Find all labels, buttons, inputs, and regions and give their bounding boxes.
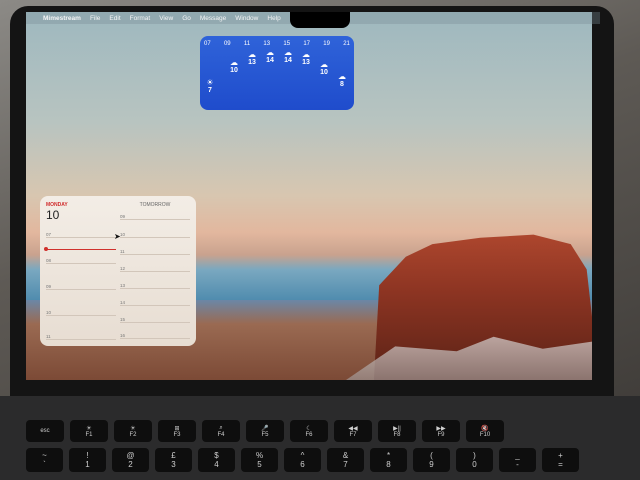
calendar-tomorrow-label: TOMORROW bbox=[139, 202, 171, 208]
menu-help[interactable]: Help bbox=[267, 15, 280, 22]
key-3[interactable]: £3 bbox=[155, 448, 192, 472]
weather-hour: 13 bbox=[263, 41, 271, 47]
key-tilde[interactable]: ~ ` bbox=[26, 448, 63, 472]
weather-temp: 7 bbox=[208, 87, 212, 94]
weather-hour: 09 bbox=[223, 41, 231, 47]
weather-slot: ☁ 14 bbox=[260, 48, 280, 64]
current-time-indicator bbox=[44, 247, 116, 251]
weather-temp: 14 bbox=[284, 57, 292, 64]
weather-slot: ☁ 10 bbox=[314, 60, 334, 76]
weather-temp: 13 bbox=[248, 59, 256, 66]
key-4[interactable]: $4 bbox=[198, 448, 235, 472]
laptop-keyboard-deck: esc ☀ F1 ☀ F2 ⊞ F3 ⌕ F4 🎤 F5 ☾ F6 ◀◀ F7 ▶|| F8 ▶… bbox=[0, 396, 640, 480]
weather-hour: 17 bbox=[303, 41, 310, 47]
weather-temp: 8 bbox=[340, 81, 344, 88]
weather-temp: 14 bbox=[266, 57, 274, 64]
weather-hour: 15 bbox=[283, 41, 291, 47]
calendar-hour: 11 bbox=[120, 249, 190, 255]
key-0[interactable]: ) 0 bbox=[456, 448, 493, 472]
key-esc[interactable]: esc bbox=[26, 420, 64, 442]
menu-window[interactable]: Window bbox=[235, 15, 258, 22]
weather-slot: ☁ 10 bbox=[224, 58, 244, 74]
key-6[interactable]: ^ 6 bbox=[284, 448, 321, 472]
calendar-hour: 09 bbox=[46, 284, 116, 290]
weather-hour: 21 bbox=[343, 41, 350, 47]
number-key-row: ~ ` ! 1 @2 £3 $4 % 5 ^ 6 & 7 * 8 (9 ) 0 _ - + = bbox=[26, 448, 579, 472]
key-spotlight[interactable]: ⌕ F4 bbox=[202, 420, 240, 442]
calendar-hour: 09 bbox=[120, 214, 190, 220]
key-8[interactable]: * 8 bbox=[370, 448, 407, 472]
calendar-hour: 08 bbox=[46, 258, 116, 264]
cloud-icon: ☁ bbox=[320, 60, 328, 69]
weather-hour: 19 bbox=[323, 41, 330, 47]
menu-message[interactable]: Message bbox=[200, 15, 226, 22]
menu-edit[interactable]: Edit bbox=[109, 15, 120, 22]
weather-slot: ☁ 13 bbox=[242, 50, 262, 66]
calendar-tomorrow: TOMORROW 09 10 11 12 13 14 15 16 bbox=[120, 202, 190, 342]
key-play-pause[interactable]: ▶|| F8 bbox=[378, 420, 416, 442]
weather-temp: 10 bbox=[230, 67, 238, 74]
menu-view[interactable]: View bbox=[159, 15, 173, 22]
cloud-icon: ☁ bbox=[338, 72, 346, 81]
weather-slot: ☁ 8 bbox=[332, 72, 352, 88]
key-5[interactable]: % 5 bbox=[241, 448, 278, 472]
menu-go[interactable]: Go bbox=[182, 15, 191, 22]
menu-app-name[interactable]: Mimestream bbox=[43, 15, 81, 22]
weather-slot: ☁ 13 bbox=[296, 50, 316, 66]
calendar-hour: 14 bbox=[120, 300, 190, 306]
key-brightness-up[interactable]: ☀ F2 bbox=[114, 420, 152, 442]
cloud-rain-icon: ☁ bbox=[248, 50, 256, 59]
weather-temp: 10 bbox=[320, 69, 328, 76]
key-9[interactable]: (9 bbox=[413, 448, 450, 472]
menu-format[interactable]: Format bbox=[130, 15, 151, 22]
key-1[interactable]: ! 1 bbox=[69, 448, 106, 472]
calendar-hour: 16 bbox=[120, 333, 190, 339]
cloud-icon: ☁ bbox=[230, 58, 238, 67]
calendar-date: 10 bbox=[46, 208, 60, 222]
weather-slot: ☀ 7 bbox=[200, 78, 220, 94]
key-rewind[interactable]: ◀◀ F7 bbox=[334, 420, 372, 442]
function-key-row: esc ☀ F1 ☀ F2 ⊞ F3 ⌕ F4 🎤 F5 ☾ F6 ◀◀ F7 ▶|| F8 ▶… bbox=[26, 420, 504, 442]
weather-hour: 11 bbox=[243, 41, 251, 47]
camera-notch bbox=[290, 12, 350, 28]
cloud-rain-icon: ☁ bbox=[266, 48, 274, 57]
calendar-today: MONDAY 10 07 08 09 10 11 bbox=[44, 202, 116, 342]
weather-slot: ☁ 14 bbox=[278, 48, 298, 64]
key-dictation[interactable]: 🎤 F5 bbox=[246, 420, 284, 442]
calendar-widget[interactable]: MONDAY 10 07 08 09 10 11 TOMORROW 09 10 … bbox=[40, 196, 196, 346]
calendar-hour: 12 bbox=[120, 266, 190, 272]
key-mission-control[interactable]: ⊞ F3 bbox=[158, 420, 196, 442]
key-mute[interactable]: 🔇 F10 bbox=[466, 420, 504, 442]
mouse-pointer-icon: ➤ bbox=[114, 232, 121, 241]
calendar-hour: 11 bbox=[46, 334, 116, 340]
key-7[interactable]: & 7 bbox=[327, 448, 364, 472]
key-focus[interactable]: ☾ F6 bbox=[290, 420, 328, 442]
weather-hour: 07 bbox=[204, 41, 211, 47]
cloud-rain-icon: ☁ bbox=[302, 50, 310, 59]
menu-file[interactable]: File bbox=[90, 15, 100, 22]
key-fast-forward[interactable]: ▶▶ F9 bbox=[422, 420, 460, 442]
calendar-hour: 10 bbox=[46, 310, 116, 316]
calendar-hour: 15 bbox=[120, 317, 190, 323]
weather-widget[interactable]: 07 09 11 13 15 17 19 21 ☀ 7 ☁ 10 ☁ 13 ☁ … bbox=[200, 36, 354, 110]
weather-temp: 13 bbox=[302, 59, 310, 66]
key-2[interactable]: @2 bbox=[112, 448, 149, 472]
key-brightness-down[interactable]: ☀ F1 bbox=[70, 420, 108, 442]
calendar-hour: 07 bbox=[46, 232, 116, 238]
partly-sunny-icon: ☀ bbox=[206, 78, 214, 87]
key-equals[interactable]: + = bbox=[542, 448, 579, 472]
calendar-hour: 10 bbox=[120, 232, 190, 238]
key-minus[interactable]: _ - bbox=[499, 448, 536, 472]
calendar-hour: 13 bbox=[120, 283, 190, 289]
cloud-rain-icon: ☁ bbox=[284, 48, 292, 57]
weather-hours: 07 09 11 13 15 17 19 21 bbox=[204, 41, 350, 47]
